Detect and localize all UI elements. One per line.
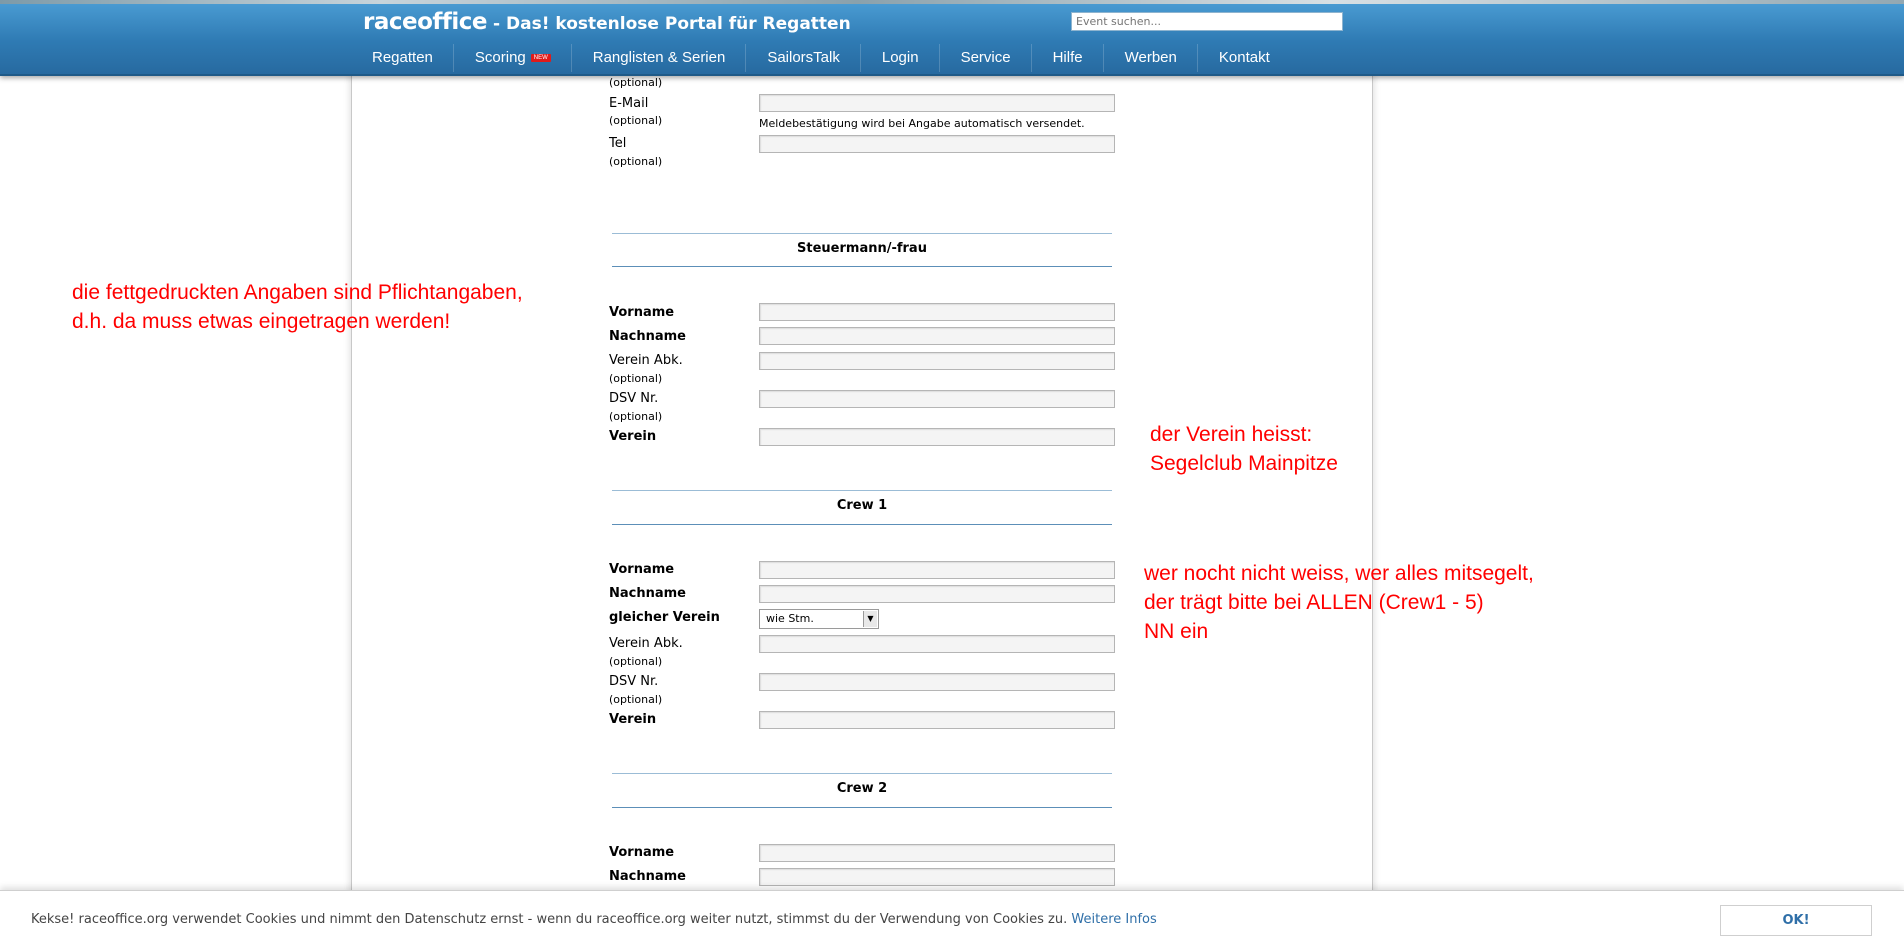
- cookie-more-info-link[interactable]: Weitere Infos: [1071, 912, 1156, 927]
- nav-item-service[interactable]: Service: [940, 44, 1032, 72]
- helmsman-dsv-label: DSV Nr.: [609, 391, 659, 406]
- email-field[interactable]: [759, 94, 1115, 112]
- annotation-line: d.h. da muss etwas eingetragen werden!: [72, 310, 451, 333]
- nav-item-ranglisten[interactable]: Ranglisten & Serien: [572, 44, 747, 72]
- helmsman-verein-abk-field[interactable]: [759, 352, 1115, 370]
- select-value: wie Stm.: [766, 612, 814, 625]
- annotation-required-fields: die fettgedruckten Angaben sind Pflichta…: [72, 278, 523, 336]
- tel-label: Tel: [609, 136, 627, 151]
- crew1-dsv-field[interactable]: [759, 673, 1115, 691]
- site-header: raceoffice - Das! kostenlose Portal für …: [0, 0, 1904, 76]
- helmsman-nachname-field[interactable]: [759, 327, 1115, 345]
- crew1-verein-abk-label: Verein Abk.: [609, 636, 683, 651]
- crew1-verein-field[interactable]: [759, 711, 1115, 729]
- email-optional-label: (optional): [609, 114, 663, 127]
- email-hint: Meldebestätigung wird bei Angabe automat…: [759, 117, 1085, 130]
- crew1-verein-abk-optional: (optional): [609, 655, 663, 668]
- annotation-line: wer nocht nicht weiss, wer alles mitsege…: [1144, 562, 1534, 585]
- crew1-verein-abk-field[interactable]: [759, 635, 1115, 653]
- nav-item-sailorstalk[interactable]: SailorsTalk: [746, 44, 861, 72]
- section-divider: [612, 524, 1112, 525]
- crew1-nachname-label: Nachname: [609, 586, 687, 601]
- helmsman-nachname-label: Nachname: [609, 329, 687, 344]
- annotation-line: Segelclub Mainpitze: [1150, 452, 1338, 475]
- tel-optional-label: (optional): [609, 155, 663, 168]
- cookie-message: Kekse! raceoffice.org verwendet Cookies …: [31, 912, 1068, 927]
- section-divider: [612, 807, 1112, 808]
- crew1-dsv-label: DSV Nr.: [609, 674, 659, 689]
- site-logo[interactable]: raceoffice - Das! kostenlose Portal für …: [363, 9, 851, 39]
- chevron-down-icon[interactable]: ▼: [863, 611, 877, 627]
- top-optional-label: (optional): [609, 76, 663, 89]
- event-search-input[interactable]: [1071, 12, 1343, 31]
- nav-item-kontakt[interactable]: Kontakt: [1198, 44, 1290, 72]
- crew1-gleicher-verein-select[interactable]: wie Stm. ▼: [759, 609, 879, 629]
- helmsman-dsv-optional: (optional): [609, 410, 663, 423]
- helmsman-verein-abk-label: Verein Abk.: [609, 353, 683, 368]
- nav-item-werben[interactable]: Werben: [1104, 44, 1198, 72]
- nav-item-login[interactable]: Login: [861, 44, 940, 72]
- header-photo-strip: [0, 0, 1904, 4]
- annotation-line: NN ein: [1144, 620, 1209, 643]
- logo-tagline: - Das! kostenlose Portal für Regatten: [493, 14, 851, 34]
- section-divider: [612, 233, 1112, 234]
- main-nav: Regatten Scoring NEW Ranglisten & Serien …: [351, 44, 1290, 72]
- crew1-nachname-field[interactable]: [759, 585, 1115, 603]
- section-divider: [612, 773, 1112, 774]
- email-label: E-Mail: [609, 96, 649, 111]
- crew1-vorname-label: Vorname: [609, 562, 675, 577]
- crew1-dsv-optional: (optional): [609, 693, 663, 706]
- section-title-crew1: Crew 1: [836, 498, 888, 513]
- annotation-line: der trägt bitte bei ALLEN (Crew1 - 5): [1144, 591, 1484, 614]
- helmsman-dsv-field[interactable]: [759, 390, 1115, 408]
- crew2-nachname-field[interactable]: [759, 868, 1115, 886]
- helmsman-verein-abk-optional: (optional): [609, 372, 663, 385]
- helmsman-verein-field[interactable]: [759, 428, 1115, 446]
- crew2-vorname-field[interactable]: [759, 844, 1115, 862]
- helmsman-vorname-label: Vorname: [609, 305, 675, 320]
- crew1-vorname-field[interactable]: [759, 561, 1115, 579]
- nav-item-hilfe[interactable]: Hilfe: [1032, 44, 1104, 72]
- helmsman-verein-label: Verein: [609, 429, 657, 444]
- new-badge: NEW: [530, 54, 551, 63]
- annotation-crew: wer nocht nicht weiss, wer alles mitsege…: [1144, 559, 1534, 646]
- nav-item-regatten[interactable]: Regatten: [351, 44, 454, 72]
- crew1-verein-label: Verein: [609, 712, 657, 727]
- section-title-crew2: Crew 2: [836, 781, 888, 796]
- cookie-ok-button[interactable]: OK!: [1720, 905, 1872, 936]
- crew2-vorname-label: Vorname: [609, 845, 675, 860]
- section-divider: [612, 266, 1112, 267]
- logo-brand: raceoffice: [363, 9, 488, 35]
- tel-field[interactable]: [759, 135, 1115, 153]
- section-title-helmsman: Steuermann/-frau: [797, 241, 927, 256]
- cookie-banner: Kekse! raceoffice.org verwendet Cookies …: [0, 890, 1904, 949]
- annotation-line: der Verein heisst:: [1150, 423, 1313, 446]
- crew1-gleicher-verein-label: gleicher Verein: [609, 610, 720, 625]
- crew2-nachname-label: Nachname: [609, 869, 687, 884]
- nav-item-label: Scoring: [474, 49, 526, 66]
- helmsman-vorname-field[interactable]: [759, 303, 1115, 321]
- annotation-verein: der Verein heisst: Segelclub Mainpitze: [1150, 420, 1338, 478]
- section-divider: [612, 490, 1112, 491]
- annotation-line: die fettgedruckten Angaben sind Pflichta…: [72, 281, 523, 304]
- nav-item-scoring[interactable]: Scoring NEW: [454, 44, 572, 72]
- cookie-text: Kekse! raceoffice.org verwendet Cookies …: [31, 912, 1157, 927]
